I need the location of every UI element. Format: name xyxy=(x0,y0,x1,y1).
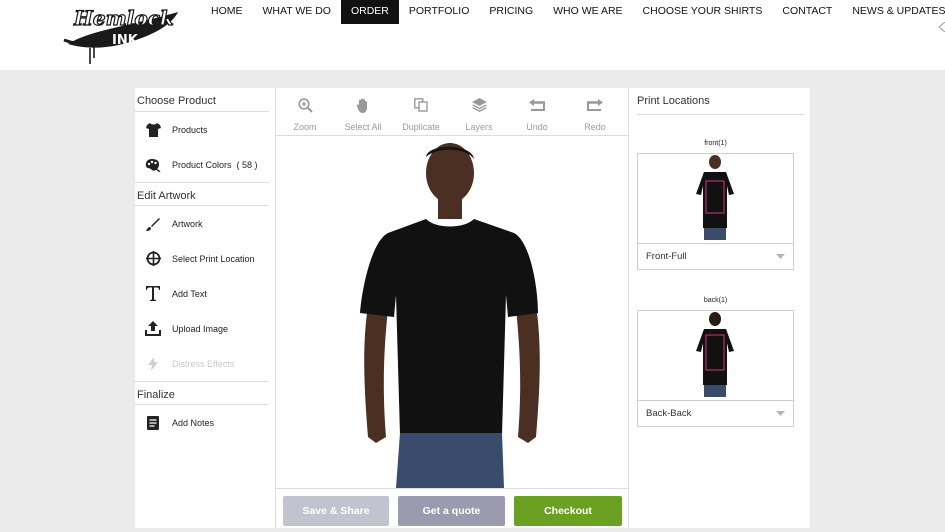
designer-stage: Choose Product Products Product Colors (… xyxy=(135,88,810,528)
get-quote-button[interactable]: Get a quote xyxy=(398,496,505,526)
duplicate-icon xyxy=(413,97,429,113)
corner-arrow-icon xyxy=(939,22,945,32)
sidebar-item-add-notes[interactable]: Add Notes xyxy=(135,405,269,440)
svg-text:Hemlock: Hemlock xyxy=(73,6,174,30)
tshirt-model-image xyxy=(360,143,540,488)
designer-sidebar: Choose Product Products Product Colors (… xyxy=(135,88,269,528)
sidebar-item-artwork[interactable]: Artwork xyxy=(135,206,269,241)
section-edit-artwork: Edit Artwork xyxy=(135,182,269,206)
redo-icon xyxy=(587,97,603,113)
sidebar-item-label: Add Text xyxy=(172,288,207,299)
sidebar-item-products[interactable]: Products xyxy=(135,112,269,147)
back-location-label: back(1) xyxy=(703,297,728,304)
sidebar-item-label: Select Print Location xyxy=(172,253,255,264)
nav-who-we-are[interactable]: WHO WE ARE xyxy=(543,0,632,24)
section-finalize: Finalize xyxy=(135,381,269,405)
nav-contact[interactable]: CONTACT xyxy=(772,0,842,24)
nav-pricing[interactable]: PRICING xyxy=(479,0,543,24)
front-location-value: Front-Full xyxy=(646,251,687,262)
design-canvas: Zoom Select All Duplicate Layers Undo Re… xyxy=(275,88,629,528)
nav-home[interactable]: HOME xyxy=(201,0,253,24)
back-location-value: Back-Back xyxy=(646,408,692,419)
crosshair-icon xyxy=(145,251,161,267)
section-choose-product: Choose Product xyxy=(135,88,269,112)
layers-icon xyxy=(471,97,487,113)
nav-news-updates[interactable]: NEWS & UPDATES xyxy=(842,0,945,24)
palette-icon xyxy=(145,157,161,173)
select-all-label: Select All xyxy=(344,122,382,132)
sidebar-item-label: Upload Image xyxy=(172,323,229,334)
layers-tool[interactable]: Layers xyxy=(450,88,508,135)
zoom-label: Zoom xyxy=(293,122,317,132)
sidebar-item-select-print-location[interactable]: Select Print Location xyxy=(135,241,269,276)
upload-icon xyxy=(145,321,161,337)
hemlock-ink-logo[interactable]: Hemlock INK xyxy=(60,0,186,68)
svg-text:INK: INK xyxy=(112,33,139,48)
brush-icon xyxy=(145,216,161,232)
select-all-tool[interactable]: Select All xyxy=(334,88,392,135)
front-location-label: front(1) xyxy=(704,140,727,147)
canvas-actions: Save & Share Get a quote Checkout xyxy=(276,488,628,528)
sidebar-item-add-text[interactable]: Add Text xyxy=(135,276,269,311)
back-location-preview[interactable] xyxy=(637,310,794,401)
redo-tool[interactable]: Redo xyxy=(566,88,624,135)
hand-icon xyxy=(355,97,371,113)
nav-what-we-do[interactable]: WHAT WE DO xyxy=(253,0,341,24)
back-location-select[interactable]: Back-Back xyxy=(637,401,794,427)
site-header: Hemlock INK HOME WHAT WE DO ORDER PORTFO… xyxy=(0,0,945,70)
undo-label: Undo xyxy=(526,122,548,132)
sidebar-item-label: Distress Effects xyxy=(172,358,235,369)
front-location-preview[interactable] xyxy=(637,153,794,244)
undo-icon xyxy=(529,97,545,113)
zoom-icon xyxy=(297,97,313,113)
canvas-toolbar: Zoom Select All Duplicate Layers Undo Re… xyxy=(276,88,628,136)
checkout-button[interactable]: Checkout xyxy=(514,496,622,526)
front-thumbnail-image xyxy=(696,155,734,240)
sidebar-item-upload-image[interactable]: Upload Image xyxy=(135,311,269,346)
product-colors-count: ( 58 ) xyxy=(236,159,258,170)
duplicate-tool[interactable]: Duplicate xyxy=(392,88,450,135)
sidebar-item-label: Artwork xyxy=(172,218,203,229)
sidebar-item-product-colors[interactable]: Product Colors ( 58 ) xyxy=(135,147,269,182)
undo-tool[interactable]: Undo xyxy=(508,88,566,135)
sidebar-item-distress-effects: Distress Effects xyxy=(135,346,269,381)
product-colors-label: Product Colors xyxy=(172,159,232,170)
redo-label: Redo xyxy=(584,122,606,132)
chevron-down-icon xyxy=(776,254,785,259)
layers-label: Layers xyxy=(465,122,493,132)
main-nav: HOME WHAT WE DO ORDER PORTFOLIO PRICING … xyxy=(201,0,945,24)
front-location-select[interactable]: Front-Full xyxy=(637,244,794,270)
back-thumbnail-image xyxy=(696,312,734,397)
print-locations-panel: Print Locations front(1) Front-Full back… xyxy=(637,88,810,528)
zoom-tool[interactable]: Zoom xyxy=(276,88,334,135)
chevron-down-icon xyxy=(776,411,785,416)
save-share-button[interactable]: Save & Share xyxy=(283,496,389,526)
nav-portfolio[interactable]: PORTFOLIO xyxy=(399,0,479,24)
notes-icon xyxy=(145,415,161,431)
sidebar-item-label: Add Notes xyxy=(172,417,215,428)
duplicate-label: Duplicate xyxy=(402,122,440,132)
text-icon xyxy=(145,286,161,302)
sidebar-item-label: Product Colors ( 58 ) xyxy=(172,160,258,170)
tshirt-icon xyxy=(145,122,161,138)
nav-choose-your-shirts[interactable]: CHOOSE YOUR SHIRTS xyxy=(633,0,773,24)
sidebar-item-label: Products xyxy=(172,124,208,135)
lightning-icon xyxy=(145,356,161,372)
print-locations-title: Print Locations xyxy=(637,88,805,115)
nav-order[interactable]: ORDER xyxy=(340,0,399,24)
